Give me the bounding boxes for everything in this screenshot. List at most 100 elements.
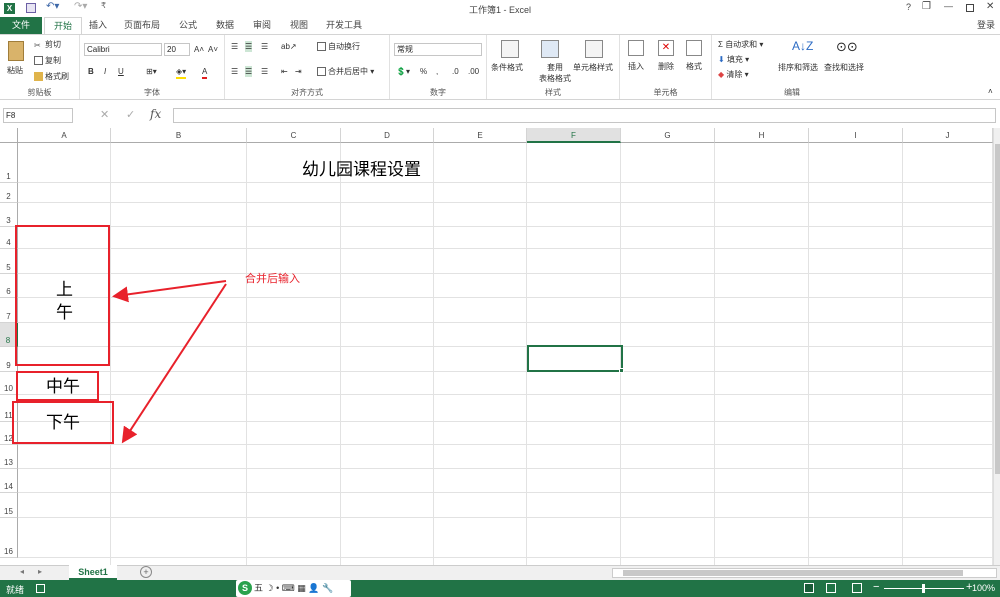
clipboard-label: 剪贴板 [27, 88, 52, 97]
macro-record-icon[interactable] [36, 584, 45, 593]
selected-cell-F8[interactable] [527, 345, 623, 372]
tab-formulas[interactable]: 公式 [172, 17, 204, 34]
add-sheet-button[interactable]: + [140, 566, 152, 578]
autosum-button[interactable]: Σ 自动求和 ▾ [718, 39, 763, 50]
prev-sheet-icon[interactable]: ◂ [20, 567, 24, 576]
format-cells-icon[interactable] [686, 40, 702, 56]
page-layout-view-icon[interactable] [826, 583, 836, 593]
fill-handle[interactable] [619, 368, 624, 373]
clipboard-group: 粘贴 ✂ 剪切 复制 格式刷 剪贴板 [0, 35, 80, 99]
table-format-icon[interactable] [541, 40, 559, 58]
zoom-level[interactable]: 100% [972, 583, 995, 593]
zoom-slider-thumb[interactable] [922, 584, 925, 593]
percent-button[interactable]: % [420, 66, 427, 77]
cancel-icon[interactable]: ✕ [100, 108, 109, 121]
collapse-ribbon-icon[interactable]: ˄ [988, 87, 993, 96]
delete-cells-icon[interactable]: ✕ [658, 40, 674, 56]
format-painter-button[interactable]: 格式刷 [34, 71, 69, 82]
formula-input[interactable] [173, 108, 996, 123]
merge-center-button[interactable]: 合并后居中 ▾ [317, 66, 374, 77]
horizontal-scrollbar[interactable] [612, 568, 997, 578]
tab-insert[interactable]: 插入 [82, 17, 114, 34]
enter-icon[interactable]: ✓ [126, 108, 135, 121]
horizontal-scroll-thumb[interactable] [623, 570, 963, 576]
number-format-select[interactable]: 常规 [394, 43, 482, 56]
align-top-icon[interactable]: ☰ [231, 41, 238, 52]
shrink-font-button[interactable]: A˅ [208, 44, 218, 55]
decrease-decimal-icon[interactable]: .00 [468, 66, 479, 77]
orientation-icon[interactable]: ab↗ [281, 41, 297, 52]
table-format-button[interactable]: 套用 表格格式 [539, 62, 571, 84]
vertical-scrollbar[interactable] [993, 128, 1000, 565]
editing-label: 编辑 [784, 88, 800, 97]
fill-color-icon[interactable]: ◈▾ [176, 66, 187, 79]
font-name-select[interactable]: Calibri [84, 43, 162, 56]
align-middle-icon[interactable]: ☰ [245, 41, 253, 52]
wrap-text-button[interactable]: 自动换行 [317, 41, 360, 52]
fill-button[interactable]: ⬇ 填充 ▾ [718, 54, 749, 65]
clear-button[interactable]: ◆ 清除 ▾ [718, 69, 749, 80]
insert-function-button[interactable]: fx [150, 107, 161, 121]
tab-page-layout[interactable]: 页面布局 [118, 17, 166, 34]
cell-styles-button[interactable]: 单元格样式 [573, 62, 613, 73]
align-center-icon[interactable]: ☰ [245, 66, 253, 77]
maximize-button[interactable] [966, 4, 974, 12]
currency-icon[interactable]: 💲▾ [396, 66, 410, 77]
italic-button[interactable]: I [104, 66, 106, 77]
underline-button[interactable]: U [118, 66, 124, 77]
login-link[interactable]: 登录 [972, 17, 1000, 34]
font-group: Calibri 20 A˄ A˅ B I U ⊞▾ ◈▾ A 字体 [80, 35, 225, 99]
ime-toolbar[interactable]: S五 ☽ • ⌨ ▦ 👤 🔧 [236, 580, 351, 597]
normal-view-icon[interactable] [804, 583, 814, 593]
minimize-button[interactable]: — [944, 1, 953, 11]
brush-icon [34, 72, 43, 82]
tab-home[interactable]: 开始 [44, 17, 82, 34]
insert-cells-icon[interactable] [628, 40, 644, 56]
bold-button[interactable]: B [88, 66, 94, 77]
binoculars-icon[interactable]: ⊙⊙ [836, 39, 858, 55]
indent-increase-icon[interactable]: ⇥ [295, 66, 302, 77]
align-bottom-icon[interactable]: ☰ [261, 41, 268, 52]
next-sheet-icon[interactable]: ▸ [38, 567, 42, 576]
zoom-out-button[interactable]: − [873, 581, 879, 593]
align-right-icon[interactable]: ☰ [261, 66, 268, 77]
tab-view[interactable]: 视图 [283, 17, 315, 34]
borders-icon[interactable]: ⊞▾ [146, 66, 157, 77]
cut-button[interactable]: ✂ 剪切 [34, 39, 61, 50]
tab-review[interactable]: 审阅 [246, 17, 278, 34]
font-color-button[interactable]: A [202, 66, 208, 79]
sort-filter-button[interactable]: 排序和筛选 [778, 62, 818, 73]
tab-developer[interactable]: 开发工具 [320, 17, 368, 34]
delete-cells-button[interactable]: 删除 [658, 61, 674, 72]
cell-styles-icon[interactable] [585, 40, 603, 58]
sort-filter-icon[interactable]: A↓Z [792, 39, 813, 53]
help-button[interactable]: ? [906, 2, 911, 12]
worksheet-grid[interactable]: ABCDEFGHIJ 1 2 3 4 5 6 7 8 9 10 11 12 13 14 15 16 幼儿园课程… [0, 128, 993, 565]
paste-icon[interactable] [8, 41, 24, 61]
name-box[interactable]: F8 [3, 108, 73, 123]
conditional-format-button[interactable]: 条件格式 [491, 62, 523, 73]
copy-button[interactable]: 复制 [34, 55, 61, 66]
format-cells-button[interactable]: 格式 [686, 61, 702, 72]
grow-font-button[interactable]: A˄ [194, 44, 204, 55]
font-size-select[interactable]: 20 [164, 43, 190, 56]
paste-button[interactable]: 粘贴 [7, 65, 23, 76]
tab-data[interactable]: 数据 [209, 17, 241, 34]
page-break-view-icon[interactable] [852, 583, 862, 593]
zoom-slider[interactable] [884, 584, 964, 593]
vertical-scroll-thumb[interactable] [995, 144, 1000, 474]
indent-decrease-icon[interactable]: ⇤ [281, 66, 288, 77]
align-left-icon[interactable]: ☰ [231, 66, 238, 77]
ribbon-display-button[interactable]: ❐ [922, 1, 931, 12]
ime-mode: 五 [254, 583, 264, 593]
wrap-icon [317, 42, 326, 52]
comma-button[interactable]: , [436, 66, 438, 77]
eraser-icon: ◆ [718, 70, 725, 79]
sheet-tab-sheet1[interactable]: Sheet1 [69, 565, 117, 580]
conditional-format-icon[interactable] [501, 40, 519, 58]
insert-cells-button[interactable]: 插入 [628, 61, 644, 72]
tab-file[interactable]: 文件 [0, 17, 42, 34]
close-button[interactable]: ✕ [986, 1, 994, 12]
find-select-button[interactable]: 查找和选择 [824, 62, 864, 73]
increase-decimal-icon[interactable]: .0 [452, 66, 459, 77]
